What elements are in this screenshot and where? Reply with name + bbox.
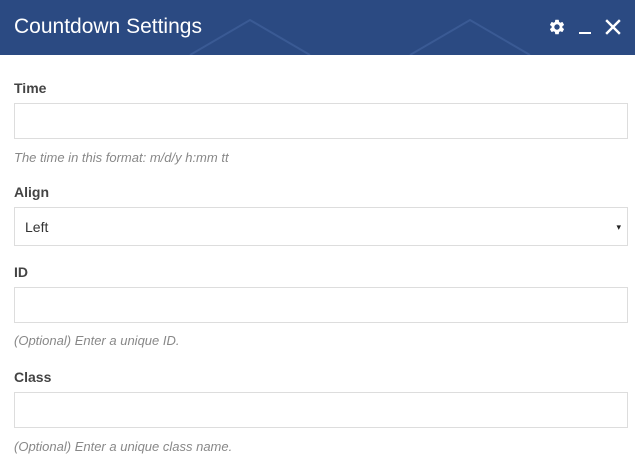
countdown-settings-dialog: Countdown Settings Time The time in this [0,0,635,469]
align-label: Align [14,184,49,200]
class-hint: (Optional) Enter a unique class name. [14,439,233,454]
minimize-button[interactable] [573,14,597,40]
gear-icon [549,19,565,35]
id-input[interactable] [14,287,628,323]
time-hint: The time in this format: m/d/y h:mm tt [14,150,229,165]
dialog-header: Countdown Settings [0,0,635,55]
dialog-title: Countdown Settings [14,15,202,38]
align-selected-value: Left [25,219,49,235]
dialog-body: Time The time in this format: m/d/y h:mm… [0,55,635,455]
close-icon [605,19,621,35]
minimize-icon [579,32,591,34]
close-button[interactable] [601,14,625,40]
class-label: Class [14,369,52,385]
chevron-down-icon: ▾ [616,222,621,232]
id-hint: (Optional) Enter a unique ID. [14,333,180,348]
class-input[interactable] [14,392,628,428]
time-label: Time [14,80,47,96]
settings-button[interactable] [545,14,569,40]
time-input[interactable] [14,103,628,139]
align-select[interactable]: Left ▾ [14,207,628,246]
id-label: ID [14,264,28,280]
header-actions [541,14,625,40]
